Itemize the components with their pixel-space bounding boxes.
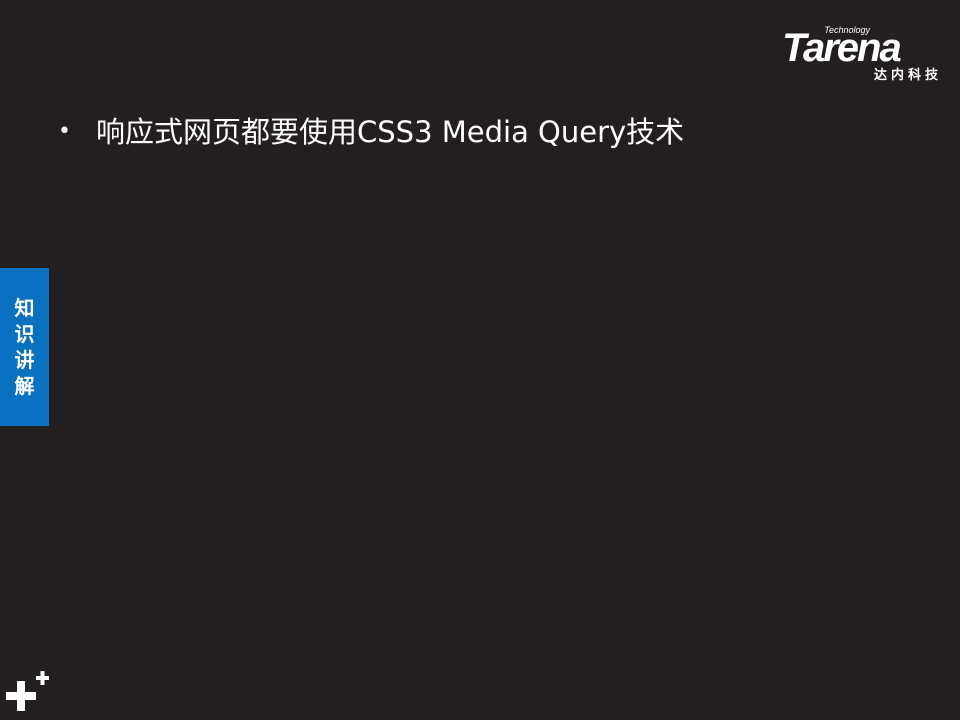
slide: Technology Tarena 达内科技 • 响应式网页都要使用CSS3 M…: [0, 0, 960, 720]
side-tab-knowledge: 知 识 讲 解: [0, 268, 49, 426]
bullet-text: 响应式网页都要使用CSS3 Media Query技术: [96, 115, 685, 149]
side-tab-char: 识: [14, 322, 35, 346]
side-tab-char: 解: [14, 374, 35, 398]
bullet-item: • 响应式网页都要使用CSS3 Media Query技术: [58, 112, 684, 152]
side-tab-char: 讲: [14, 348, 35, 372]
logo-chinese-name: 达内科技: [873, 68, 942, 83]
logo-wordmark: Tarena: [782, 26, 902, 70]
plus-decoration-icon: [6, 671, 49, 711]
side-tab-char: 知: [14, 296, 35, 320]
tarena-logo: Technology Tarena 达内科技: [780, 22, 948, 83]
bullet-dot-icon: •: [58, 119, 71, 144]
